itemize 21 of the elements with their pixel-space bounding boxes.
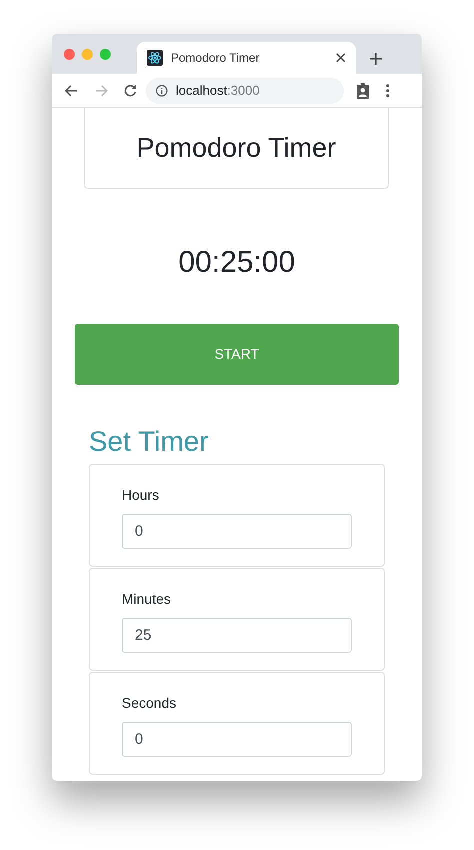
clipboard-person-icon[interactable] <box>356 82 370 98</box>
input-field[interactable]: 0 <box>122 722 352 757</box>
more-icon[interactable] <box>386 84 390 98</box>
page-title: Pomodoro Timer <box>136 132 336 165</box>
field-label: Seconds <box>122 694 178 713</box>
browser-tab[interactable]: Pomodoro Timer <box>137 42 356 74</box>
info-icon[interactable] <box>156 84 168 96</box>
field-label: Minutes <box>122 590 172 609</box>
section-heading: Set Timer <box>89 425 210 459</box>
back-arrow-icon[interactable] <box>65 84 78 96</box>
field-label: Hours <box>122 486 160 505</box>
url-text: localhost:3000 <box>176 82 260 100</box>
input-field[interactable]: 0 <box>122 514 352 549</box>
tab-title: Pomodoro Timer <box>171 50 261 67</box>
address-bar[interactable]: localhost:3000 <box>146 78 344 104</box>
reload-icon[interactable] <box>124 84 137 97</box>
atom-icon <box>147 50 163 66</box>
close-icon[interactable] <box>336 53 346 63</box>
input-field[interactable]: 25 <box>122 618 352 653</box>
timer-display: 00:25:00 <box>178 245 296 281</box>
new-tab-icon[interactable] <box>370 53 382 65</box>
